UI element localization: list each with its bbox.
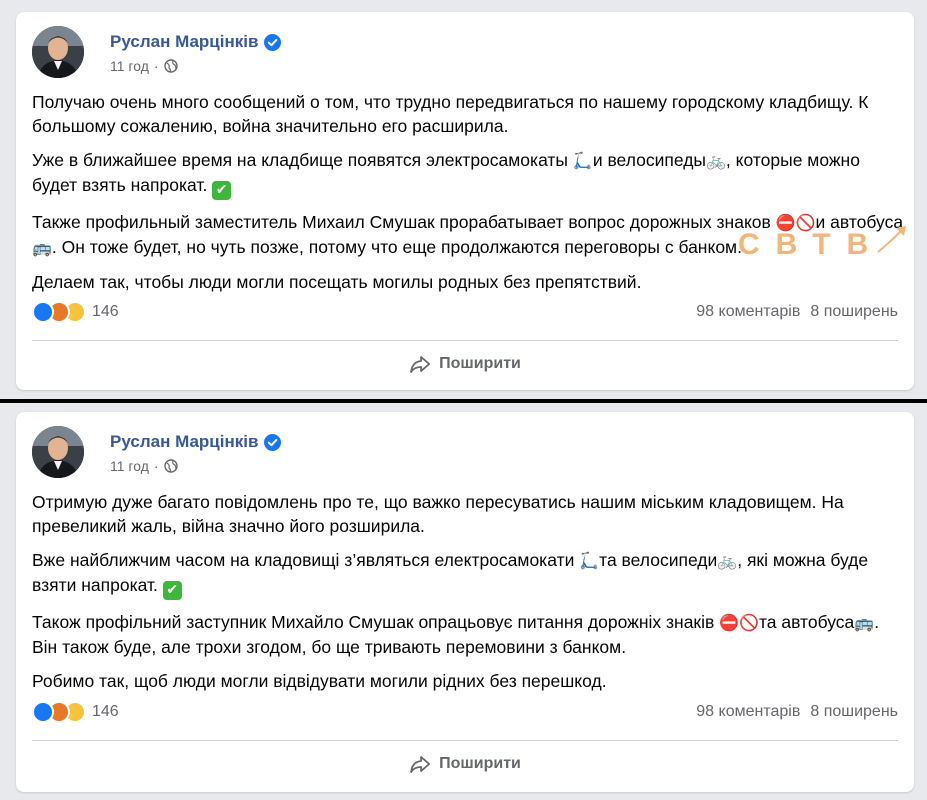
reactions[interactable]: 146 — [32, 301, 119, 323]
bus-icon: 🚌 — [854, 613, 875, 632]
share-label: Поширити — [439, 755, 521, 772]
like-reaction-icon — [32, 301, 54, 323]
paragraph-text: Вже найближчим часом на кладовищі з’явля… — [32, 550, 580, 570]
share-label: Поширити — [439, 355, 521, 372]
scooter-icon: 🛴 — [572, 151, 593, 170]
author-name[interactable]: Руслан Марцінків — [110, 432, 258, 452]
divider — [0, 399, 927, 403]
avatar[interactable] — [32, 426, 84, 478]
verified-badge-icon — [264, 433, 282, 451]
meta-separator: · — [153, 58, 159, 74]
paragraph-text: та автобуса — [758, 612, 855, 632]
post-time[interactable]: 11 год — [110, 58, 149, 74]
post-actions: Поширити — [32, 740, 898, 789]
post-stats: 146 98 коментарів 8 поширень — [32, 300, 898, 324]
post-card: Руслан Марцінків 11 год · Отримую дуже б… — [16, 412, 914, 792]
paragraph-text: Також профільний заступник Михайло Смуша… — [32, 612, 720, 632]
reactions[interactable]: 146 — [32, 701, 119, 723]
engagement-counts: 98 коментарів 8 поширень — [696, 703, 898, 721]
comments-count[interactable]: 98 коментарів — [696, 703, 800, 721]
paragraph-text: и велосипеды — [592, 150, 706, 170]
post-actions: Поширити — [32, 340, 898, 389]
comments-count[interactable]: 98 коментарів — [696, 303, 800, 321]
author-name[interactable]: Руслан Марцінків — [110, 32, 258, 52]
post-text: Получаю очень много сообщений о том, что… — [32, 90, 904, 304]
no-entry-icon: ⛔🚫 — [719, 613, 759, 632]
shares-count[interactable]: 8 поширень — [810, 303, 898, 321]
globe-icon[interactable] — [163, 59, 178, 73]
scooter-icon: 🛴 — [579, 551, 600, 570]
author-block: Руслан Марцінків 11 год · — [110, 432, 510, 474]
paragraph-text: Робимо так, щоб люди могли відвідувати м… — [32, 671, 607, 691]
bicycle-icon: 🚲 — [705, 151, 726, 170]
meta-separator: · — [153, 458, 159, 474]
paragraph: Робимо так, щоб люди могли відвідувати м… — [32, 669, 904, 693]
paragraph: Вже найближчим часом на кладовищі з’явля… — [32, 548, 904, 600]
post-meta: 11 год · — [110, 58, 510, 74]
reaction-count[interactable]: 146 — [92, 703, 119, 721]
verified-badge-icon — [264, 33, 282, 51]
author-block: Руслан Марцінків 11 год · — [110, 32, 510, 74]
check-icon: ✔ — [212, 181, 232, 200]
paragraph-text: Также профильный заместитель Михаил Смуш… — [32, 212, 776, 232]
paragraph-text: та велосипеди — [599, 550, 718, 570]
globe-icon[interactable] — [163, 459, 178, 473]
check-icon: ✔ — [162, 581, 182, 600]
paragraph: Отримую дуже багато повідомлень про те, … — [32, 490, 904, 538]
reaction-count[interactable]: 146 — [92, 303, 119, 321]
paragraph-text: Уже в ближайшее время на кладбище появят… — [32, 150, 573, 170]
share-icon — [409, 354, 431, 374]
avatar[interactable] — [32, 26, 84, 78]
paragraph-text: Получаю очень много сообщений о том, что… — [32, 92, 869, 136]
post-text: Отримую дуже багато повідомлень про те, … — [32, 490, 904, 703]
engagement-counts: 98 коментарів 8 поширень — [696, 303, 898, 321]
paragraph-text: Делаем так, чтобы люди могли посещать мо… — [32, 272, 642, 292]
share-button[interactable]: Поширити — [399, 750, 531, 778]
paragraph: Уже в ближайшее время на кладбище появят… — [32, 148, 904, 200]
post-meta: 11 год · — [110, 458, 510, 474]
like-reaction-icon — [32, 701, 54, 723]
watermark-logo: СВТВ — [738, 228, 885, 261]
post-card: Руслан Марцінків 11 год · Получаю очень … — [16, 12, 914, 390]
bus-icon: 🚌 — [32, 238, 52, 257]
paragraph: Також профільний заступник Михайло Смуша… — [32, 610, 904, 659]
satellite-icon — [877, 226, 906, 253]
paragraph-text: . Он тоже будет, но чуть позже, потому ч… — [51, 237, 742, 257]
paragraph-text: Отримую дуже багато повідомлень про те, … — [32, 492, 844, 536]
paragraph: Делаем так, чтобы люди могли посещать мо… — [32, 270, 904, 294]
bicycle-icon: 🚲 — [717, 551, 738, 570]
post-time[interactable]: 11 год — [110, 458, 149, 474]
share-button[interactable]: Поширити — [399, 350, 531, 378]
paragraph: Получаю очень много сообщений о том, что… — [32, 90, 904, 138]
share-icon — [409, 754, 431, 774]
post-stats: 146 98 коментарів 8 поширень — [32, 700, 898, 724]
shares-count[interactable]: 8 поширень — [810, 703, 898, 721]
